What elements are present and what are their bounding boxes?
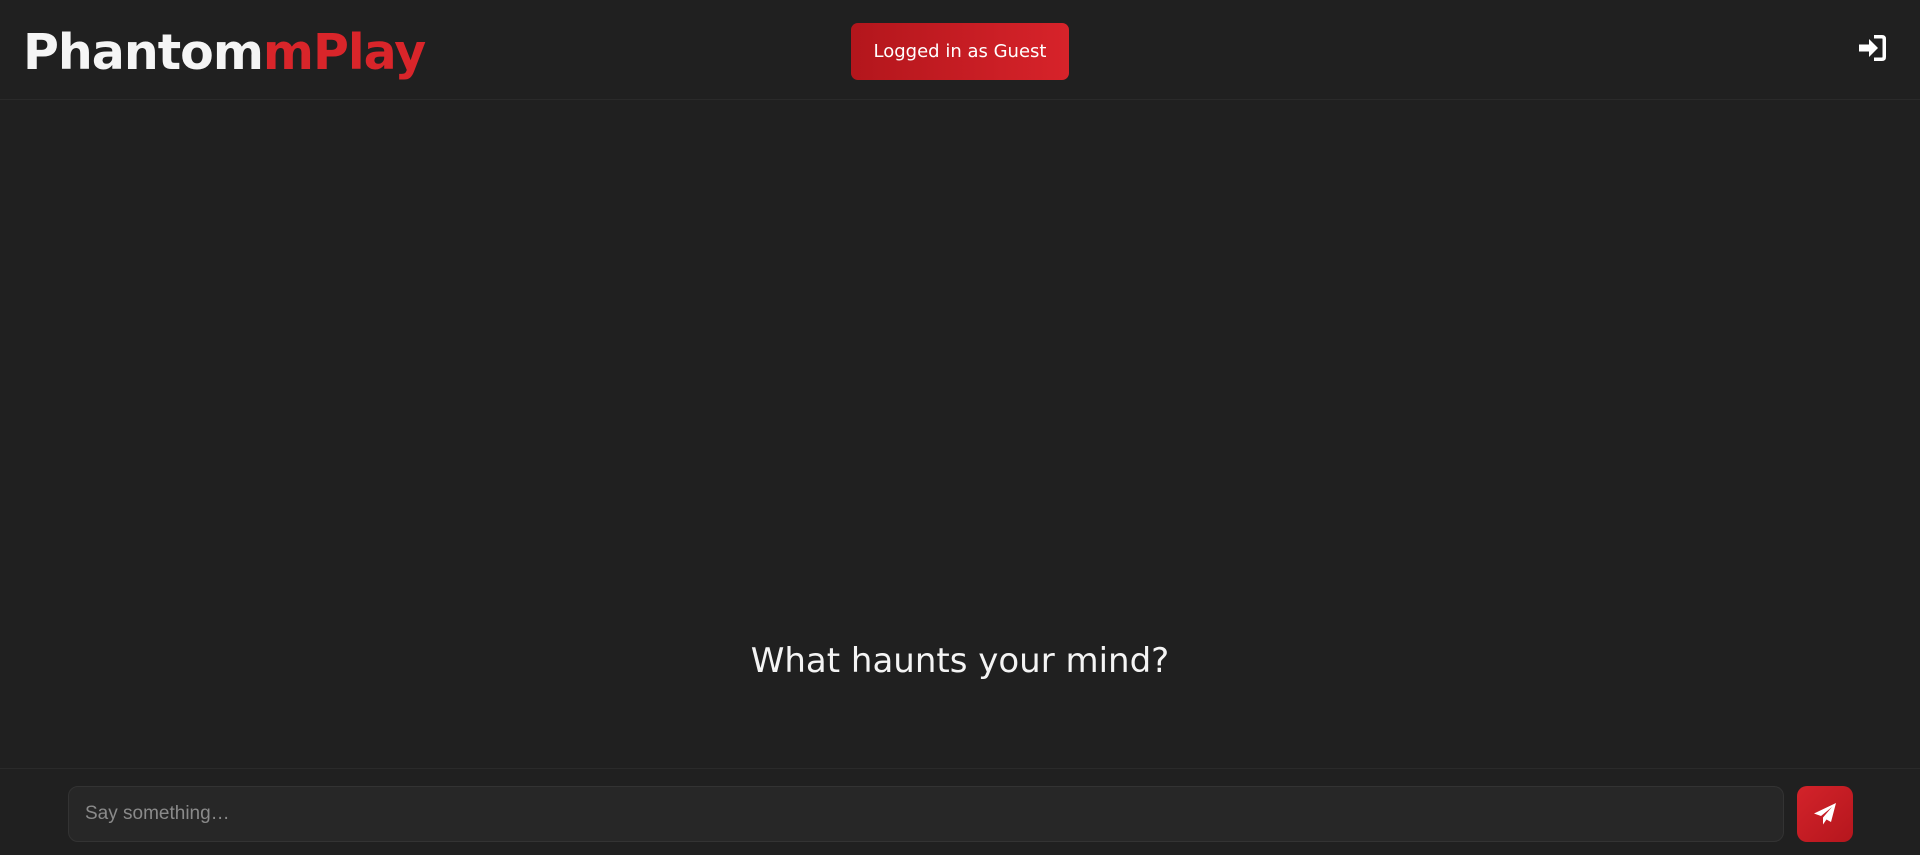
paper-plane-icon (1814, 803, 1836, 825)
send-button[interactable] (1797, 786, 1853, 842)
guest-status-badge: Logged in as Guest (851, 23, 1069, 80)
brand-name-part2: mPlay (262, 24, 426, 81)
top-bar: PhantommPlay Logged in as Guest (0, 0, 1920, 100)
sign-in-icon[interactable] (1857, 32, 1889, 64)
message-input[interactable] (68, 786, 1784, 842)
chat-area: What haunts your mind? (0, 101, 1920, 768)
brand-logo[interactable]: PhantommPlay (23, 22, 426, 84)
empty-state-prompt: What haunts your mind? (750, 641, 1170, 681)
app-window: PhantommPlay Logged in as Guest What hau… (0, 0, 1920, 855)
brand-name-part1: Phantom (23, 24, 264, 81)
message-composer (0, 768, 1920, 855)
